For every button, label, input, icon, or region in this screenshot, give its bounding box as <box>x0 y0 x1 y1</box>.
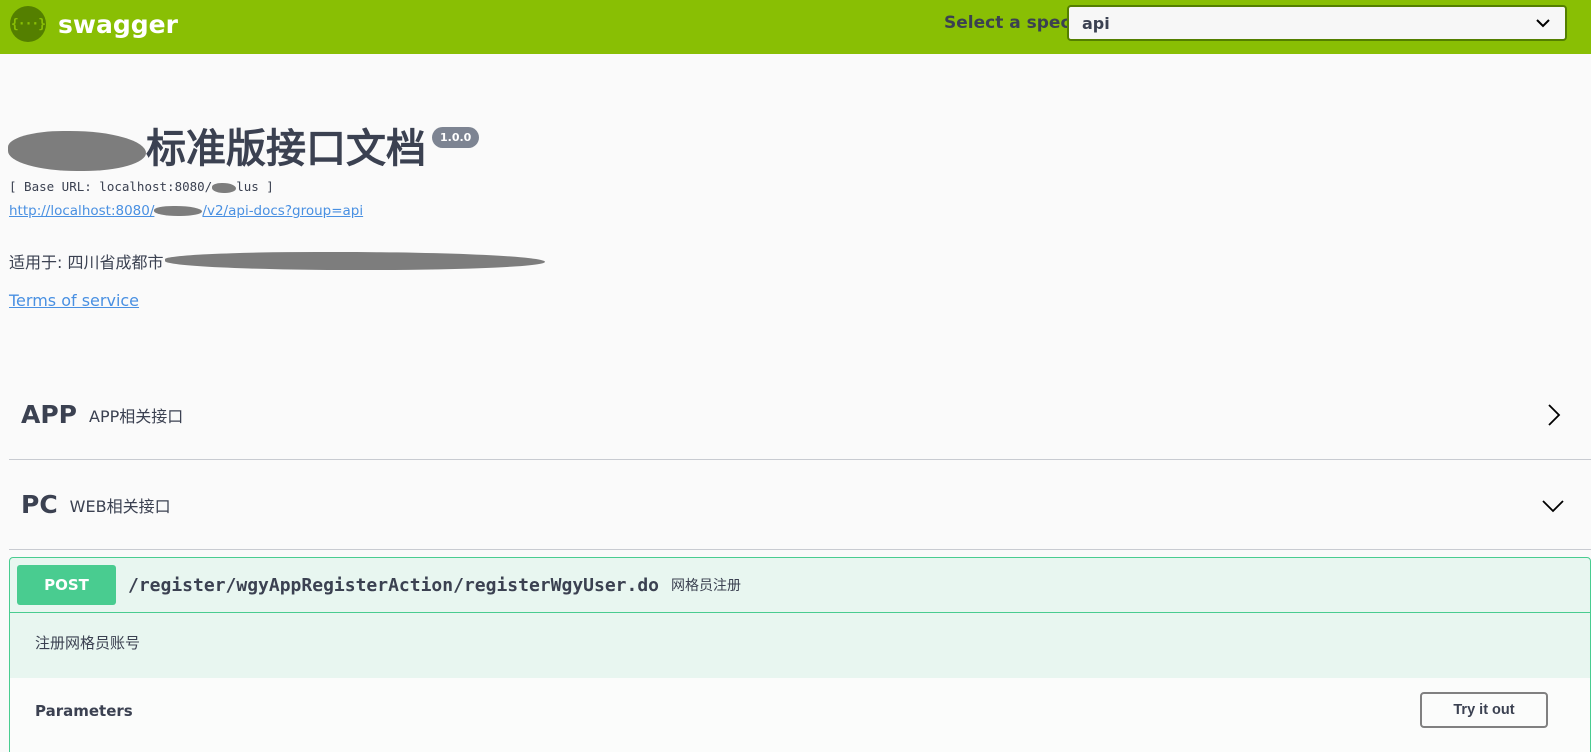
tag-app[interactable]: APP APP相关接口 <box>9 370 1591 460</box>
redacted-scribble <box>165 252 546 270</box>
base-url-prefix: [ Base URL: localhost:8080/ <box>9 179 213 194</box>
operation-path: /register/wgyAppRegisterAction/registerW… <box>128 574 660 596</box>
api-info-header: 标准版接口文档 1.0.0 <box>8 123 480 175</box>
tag-pc[interactable]: PC WEB相关接口 <box>9 460 1591 550</box>
tag-description: WEB相关接口 <box>69 496 171 516</box>
operation-block-post: POST /register/wgyAppRegisterAction/regi… <box>9 557 1591 752</box>
api-docs-link-prefix: http://localhost:8080/ <box>9 203 155 219</box>
chevron-down-icon[interactable] <box>1541 493 1565 517</box>
operation-summary-text: 网格员注册 <box>671 578 742 594</box>
version-badge: 1.0.0 <box>432 127 480 148</box>
operation-description: 注册网格员账号 <box>35 634 141 652</box>
base-url: [ Base URL: localhost:8080/lus ] <box>9 179 274 194</box>
topbar: {···} swagger Select a spec api <box>0 0 1591 54</box>
terms-of-service-link[interactable]: Terms of service <box>9 291 139 310</box>
spec-select[interactable]: api <box>1067 5 1567 41</box>
method-badge: POST <box>17 565 116 605</box>
chevron-down-icon <box>1536 19 1550 28</box>
redacted-scribble <box>8 131 146 171</box>
tag-description: APP相关接口 <box>89 406 184 426</box>
base-url-suffix: lus ] <box>236 179 274 194</box>
page-title: 标准版接口文档 <box>8 123 426 175</box>
tag-name: APP <box>21 400 77 429</box>
try-it-out-button[interactable]: Try it out <box>1420 692 1548 728</box>
redacted-scribble <box>154 206 203 216</box>
select-spec-label: Select a spec <box>944 13 1071 33</box>
applies-to: 适用于: 四川省成都市 <box>9 249 546 273</box>
operation-summary[interactable]: POST /register/wgyAppRegisterAction/regi… <box>10 558 1590 613</box>
api-docs-link-suffix: /v2/api-docs?group=api <box>202 203 364 219</box>
spec-select-value: api <box>1082 13 1110 33</box>
redacted-scribble <box>212 182 237 193</box>
page-title-text: 标准版接口文档 <box>146 126 426 172</box>
parameters-header: Parameters Try it out <box>10 678 1590 752</box>
chevron-right-icon[interactable] <box>1541 403 1565 427</box>
tag-name: PC <box>21 490 58 519</box>
swagger-logo[interactable]: {···} swagger <box>10 6 178 42</box>
parameters-title: Parameters <box>35 702 133 720</box>
api-docs-link[interactable]: http://localhost:8080/ /v2/api-docs?group… <box>9 203 363 219</box>
swagger-logo-text: swagger <box>58 9 178 39</box>
applies-to-text: 适用于: 四川省成都市 <box>9 253 164 272</box>
swagger-logo-icon: {···} <box>10 6 46 42</box>
